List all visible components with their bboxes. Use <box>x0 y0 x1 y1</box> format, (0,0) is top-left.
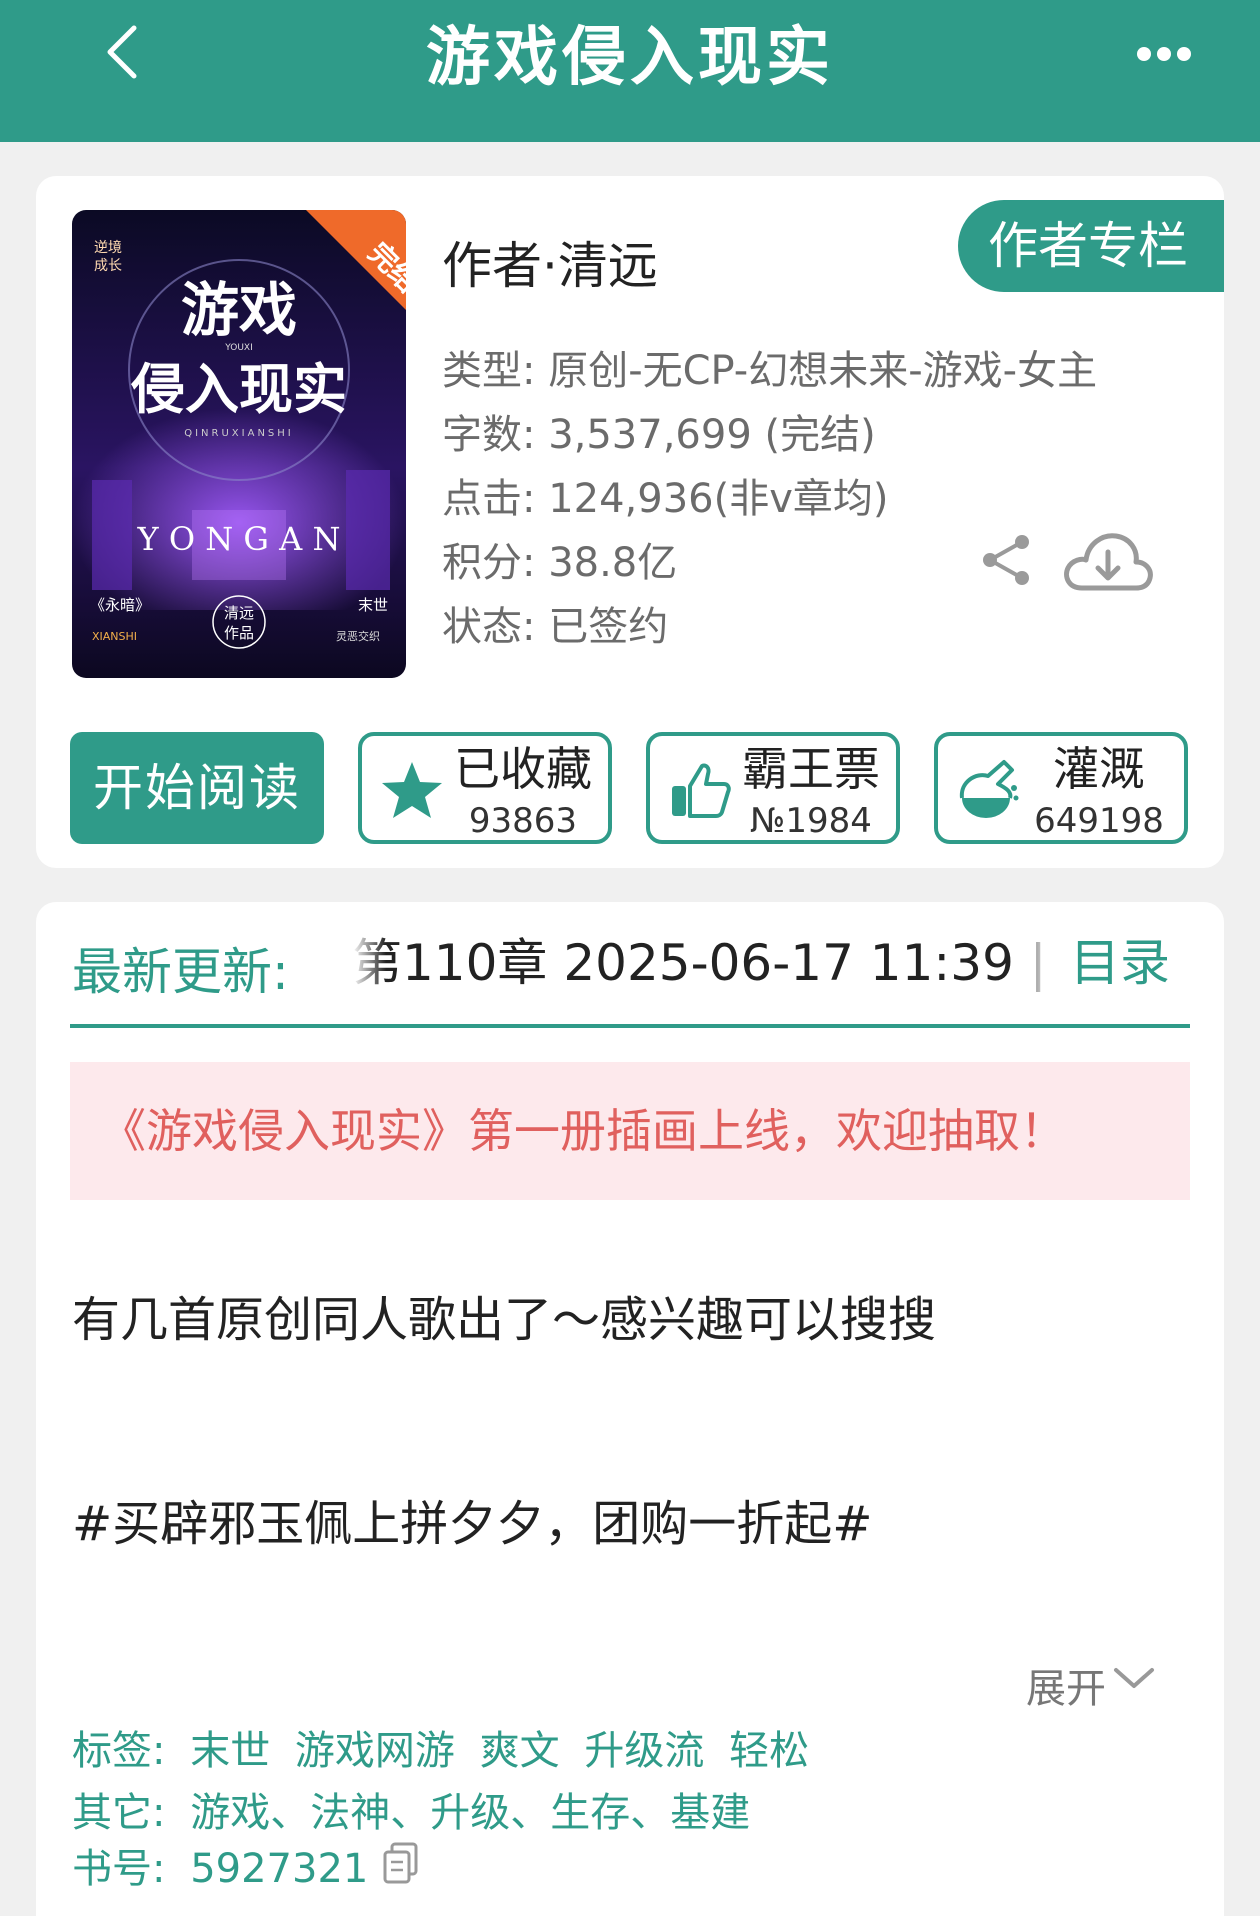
marquee-fade-left <box>352 932 386 994</box>
latest-update-label: 最新更新: <box>72 943 289 1001</box>
irrigate-label: 灌溉 <box>1053 742 1145 796</box>
irrigate-count: 649198 <box>1034 801 1164 841</box>
book-number-label: 书号: <box>72 1846 166 1892</box>
tag-item[interactable]: 游戏网游 <box>295 1728 455 1774</box>
tag-item[interactable]: 轻松 <box>729 1728 809 1774</box>
book-info-card: 完结 逆境 成长 游戏 YOUXI 侵入现实 QINRUXIANSHI Y O … <box>36 176 1224 868</box>
description-line-2: #买辟邪玉佩上拼夕夕，团购一折起# <box>72 1496 873 1552</box>
chevron-down-icon[interactable] <box>1112 1664 1156 1692</box>
app-header: 游戏侵入现实 <box>0 0 1260 142</box>
star-icon <box>382 762 442 818</box>
favorite-label: 已收藏 <box>454 742 592 796</box>
tag-item[interactable]: 升级流 <box>584 1728 704 1774</box>
expand-button[interactable]: 展开 <box>1026 1656 1106 1714</box>
favorite-button[interactable]: 已收藏 93863 <box>358 732 612 844</box>
meta-status: 状态: 已签约 <box>442 604 669 650</box>
book-cover[interactable]: 完结 逆境 成长 游戏 YOUXI 侵入现实 QINRUXIANSHI Y O … <box>72 210 406 678</box>
irrigate-button[interactable]: 灌溉 649198 <box>934 732 1188 844</box>
cover-corner-tag-2: 成长 <box>94 258 122 274</box>
book-number: 5927321 <box>190 1846 369 1892</box>
ticket-button[interactable]: 霸王票 №1984 <box>646 732 900 844</box>
divider <box>70 1024 1190 1028</box>
latest-update-marquee[interactable]: 第110章 2025-06-17 11:39 | <box>352 932 1052 994</box>
cover-band: Y O N G A N <box>137 520 341 558</box>
cover-footer-right-title: 末世 <box>358 596 388 614</box>
book-detail-card: 最新更新: 第110章 2025-06-17 11:39 | 目录 《游戏侵入现… <box>36 902 1224 1916</box>
ticket-rank: №1984 <box>750 801 872 841</box>
cover-footer-center-1: 清远 <box>224 604 254 622</box>
meta-points: 积分: 38.8亿 <box>442 540 678 586</box>
copy-icon[interactable] <box>382 1842 420 1886</box>
other-row: 其它: 游戏、法神、升级、生存、基建 <box>72 1780 750 1838</box>
cover-footer-right-sub: 灵恶交织 <box>336 629 380 643</box>
cover-footer-left-sub: XIANSHI <box>92 630 137 643</box>
cover-title-line2: 侵入现实 <box>130 358 347 421</box>
more-icon[interactable] <box>1134 42 1194 66</box>
cover-footer-center-2: 作品 <box>224 624 254 642</box>
cover-footer-left-title: 《永暗》 <box>90 596 150 614</box>
cover-pinyin-small: YOUXI <box>224 343 253 353</box>
cover-corner-tag-1: 逆境 <box>94 240 122 256</box>
thumbs-up-icon <box>672 763 731 818</box>
cover-title-line1: 游戏 <box>181 276 297 344</box>
cover-pinyin-sub: QINRUXIANSHI <box>184 428 294 439</box>
notice-banner[interactable]: 《游戏侵入现实》第一册插画上线，欢迎抽取！ <box>70 1062 1190 1200</box>
tags-label: 标签: <box>72 1728 166 1774</box>
download-icon[interactable] <box>1060 526 1156 596</box>
share-icon[interactable] <box>978 532 1034 588</box>
book-number-row: 书号: 5927321 <box>72 1836 368 1894</box>
table-of-contents-link[interactable]: 目录 <box>1070 932 1170 994</box>
start-reading-button[interactable]: 开始阅读 <box>70 732 324 844</box>
marquee-fade-right <box>1016 932 1050 994</box>
meta-type: 类型: 原创-无CP-幻想未来-游戏-女主 <box>442 348 1098 394</box>
tag-item[interactable]: 爽文 <box>480 1728 560 1774</box>
other-keywords: 游戏、法神、升级、生存、基建 <box>190 1790 751 1836</box>
favorite-count: 93863 <box>468 801 578 841</box>
flask-icon <box>959 760 1019 818</box>
page-title: 游戏侵入现实 <box>426 21 834 95</box>
tag-item[interactable]: 末世 <box>190 1728 270 1774</box>
author-name[interactable]: 作者·清远 <box>442 226 658 298</box>
meta-clicks: 点击: 124,936(非v章均) <box>442 476 889 522</box>
ticket-label: 霸王票 <box>742 742 880 796</box>
tags-row: 标签: 末世 游戏网游 爽文 升级流 轻松 <box>72 1718 809 1776</box>
meta-words: 字数: 3,537,699 (完结) <box>442 412 876 458</box>
author-column-button[interactable]: 作者专栏 <box>958 200 1224 292</box>
description-line-1: 有几首原创同人歌出了～感兴趣可以搜搜 <box>72 1292 937 1348</box>
other-label: 其它: <box>72 1790 166 1836</box>
